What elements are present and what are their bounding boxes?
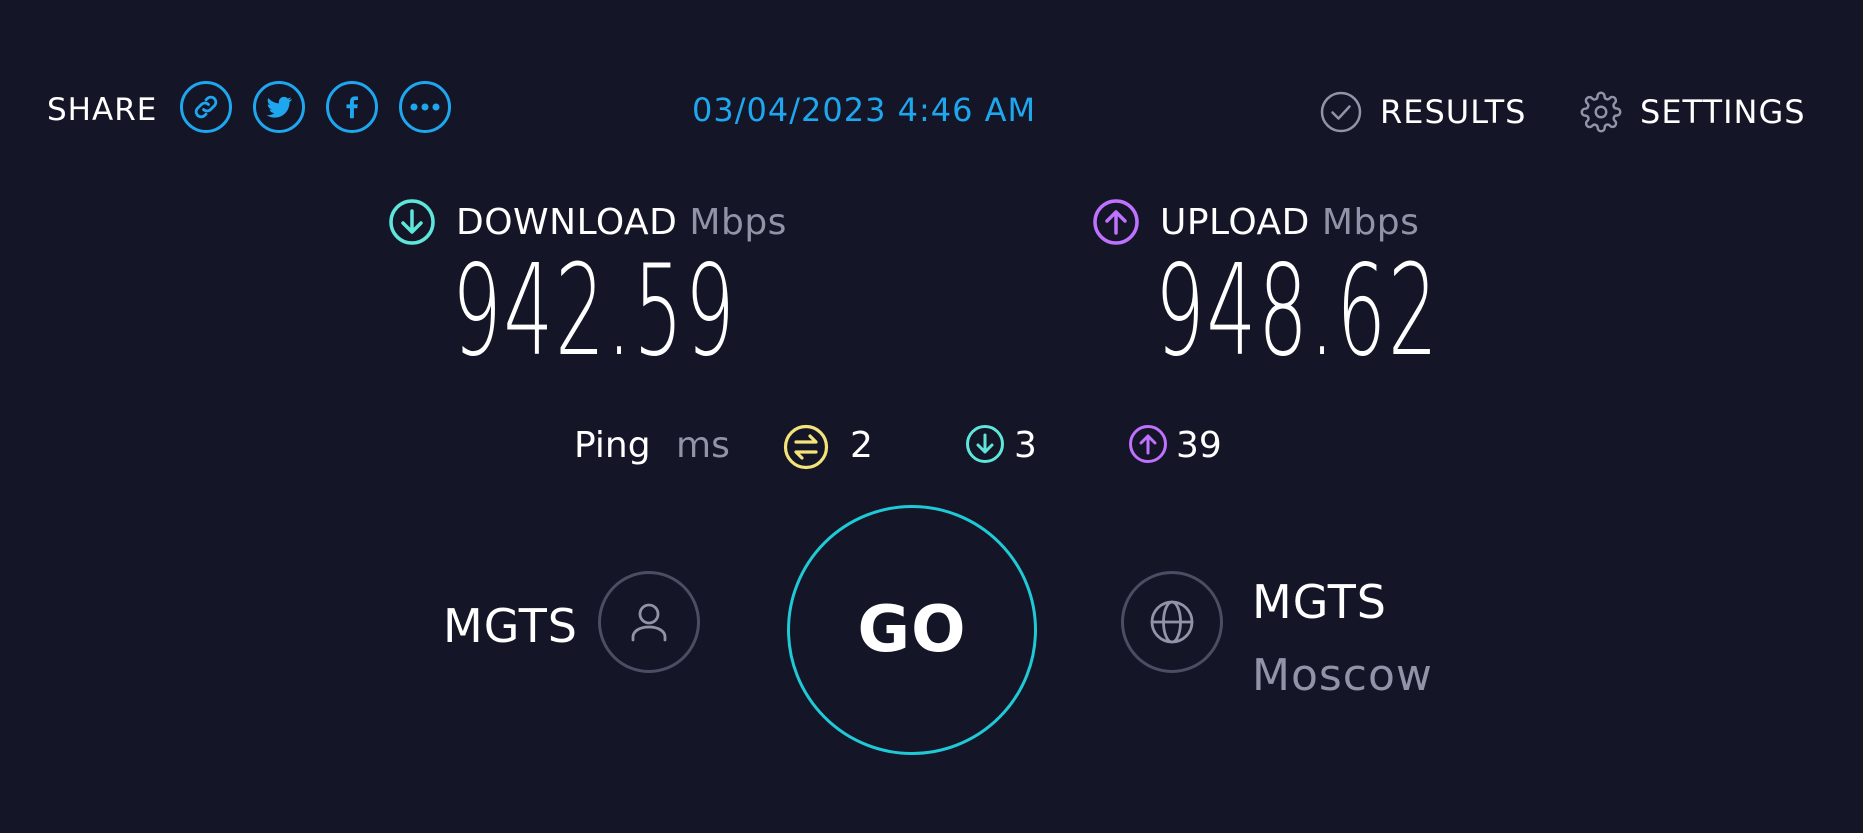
ping-download-icon bbox=[966, 425, 1004, 463]
results-label: RESULTS bbox=[1380, 93, 1527, 131]
ping-download-value: 3 bbox=[1014, 425, 1037, 466]
link-icon bbox=[194, 95, 218, 119]
settings-link[interactable]: SETTINGS bbox=[1580, 90, 1806, 134]
twitter-icon bbox=[266, 96, 292, 118]
upload-arrow-icon bbox=[1093, 199, 1139, 245]
test-timestamp: 03/04/2023 4:46 AM bbox=[692, 91, 1037, 129]
go-label: GO bbox=[857, 593, 967, 667]
results-link[interactable]: RESULTS bbox=[1320, 90, 1526, 134]
share-twitter-button[interactable] bbox=[253, 81, 305, 133]
globe-icon bbox=[1150, 600, 1194, 644]
more-icon bbox=[410, 103, 440, 111]
upload-speed-value: 948.62 bbox=[1155, 237, 1440, 384]
share-more-button[interactable] bbox=[399, 81, 451, 133]
share-link-button[interactable] bbox=[180, 81, 232, 133]
share-facebook-button[interactable] bbox=[326, 81, 378, 133]
isp-profile-button[interactable] bbox=[598, 571, 700, 673]
isp-name: MGTS bbox=[443, 599, 578, 653]
ping-idle-icon bbox=[783, 424, 829, 470]
ping-label: Ping bbox=[574, 425, 651, 466]
server-city[interactable]: Moscow bbox=[1252, 650, 1433, 702]
download-arrow-icon bbox=[389, 199, 435, 245]
facebook-icon bbox=[346, 96, 358, 119]
share-label: SHARE bbox=[47, 92, 158, 128]
ping-unit: ms bbox=[676, 425, 730, 466]
ping-upload-value: 39 bbox=[1176, 425, 1222, 466]
user-icon bbox=[631, 603, 667, 642]
change-server-button[interactable] bbox=[1121, 571, 1223, 673]
ping-idle-value: 2 bbox=[850, 425, 873, 466]
ping-upload-icon bbox=[1129, 425, 1167, 463]
settings-label: SETTINGS bbox=[1640, 93, 1806, 131]
check-circle-icon bbox=[1320, 91, 1362, 133]
gear-icon bbox=[1580, 91, 1622, 133]
go-button[interactable]: GO bbox=[787, 505, 1037, 755]
download-speed-value: 942.59 bbox=[452, 237, 737, 384]
server-name[interactable]: MGTS bbox=[1252, 576, 1387, 628]
